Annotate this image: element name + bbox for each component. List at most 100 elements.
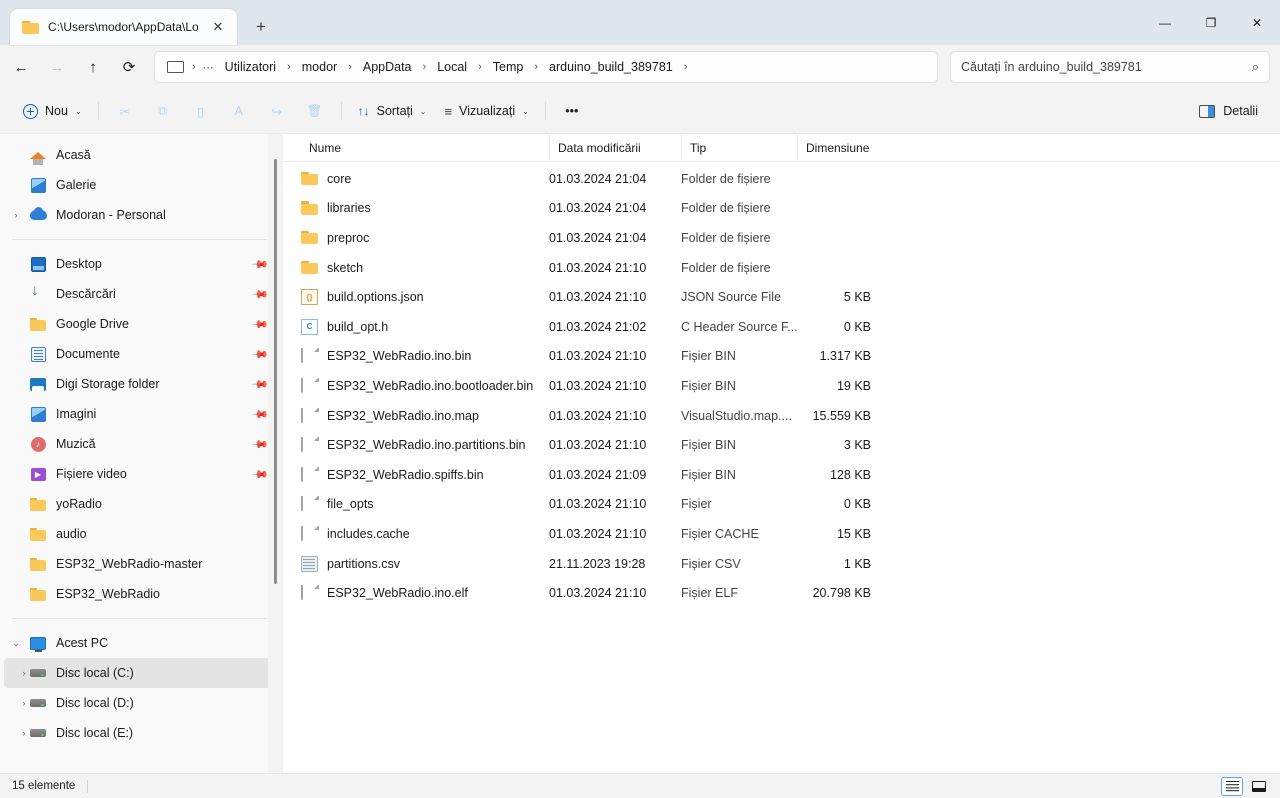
sidebar-item-audio[interactable]: audio (4, 519, 275, 549)
table-row[interactable]: ESP32_WebRadio.spiffs.bin 01.03.2024 21:… (289, 460, 1274, 490)
expand-chevron-icon[interactable]: › (4, 728, 28, 738)
tab-current-folder[interactable]: C:\Users\modor\AppData\Loc ✕ (10, 9, 237, 45)
collapse-chevron-icon[interactable]: ⌄ (4, 638, 28, 649)
breadcrumb-separator-6[interactable]: › (681, 58, 691, 76)
navigation-pane-scrollbar-thumb[interactable] (274, 159, 277, 584)
search-box[interactable]: ⌕ (950, 51, 1270, 83)
sidebar-item-acasa[interactable]: Acasă (4, 140, 275, 170)
table-row[interactable]: preproc 01.03.2024 21:04 Folder de fișie… (289, 223, 1274, 253)
sidebar-item-disc-local-d[interactable]: › Disc local (D:) (4, 688, 275, 718)
breadcrumb-separator-0[interactable]: › (189, 58, 199, 76)
view-button[interactable]: ≡ Vizualizați ⌄ (435, 95, 537, 127)
sidebar-item-imagini[interactable]: Imagini 📌 (4, 399, 275, 429)
sidebar-item-muzica[interactable]: ♪ Muzică 📌 (4, 429, 275, 459)
column-header-name[interactable]: Nume ⌃ (301, 134, 549, 161)
sidebar-item-yoradio[interactable]: yoRadio (4, 489, 275, 519)
navigation-pane[interactable]: Acasă Galerie › Modoran - Personal Deskt… (0, 134, 283, 773)
back-button[interactable]: ← (4, 51, 38, 83)
breadcrumb-overflow-icon[interactable]: ⋯ (200, 58, 217, 77)
pin-icon[interactable]: 📌 (251, 285, 270, 303)
file-type: VisualStudio.map.... (681, 408, 792, 423)
pin-icon[interactable]: 📌 (251, 465, 270, 483)
file-type: Fișier BIN (681, 438, 736, 453)
sort-button[interactable]: ↑↓ Sortați ⌄ (349, 95, 436, 127)
table-row[interactable]: file_opts 01.03.2024 21:10 Fișier 0 KB (289, 490, 1274, 520)
breadcrumb[interactable]: › ⋯ Utilizatori › modor › AppData › Loca… (154, 51, 938, 83)
breadcrumb-separator-4[interactable]: › (475, 58, 485, 76)
breadcrumb-separator-5[interactable]: › (531, 58, 541, 76)
sidebar-item-fisiere-video[interactable]: ▶ Fișiere video 📌 (4, 459, 275, 489)
sidebar-item-galerie[interactable]: Galerie (4, 170, 275, 200)
pin-icon[interactable]: 📌 (251, 375, 270, 393)
sidebar-item-descarcari[interactable]: Descărcări 📌 (4, 279, 275, 309)
expand-chevron-icon[interactable]: › (4, 668, 28, 678)
up-button[interactable]: ↑ (76, 51, 110, 83)
table-row[interactable]: ESP32_WebRadio.ino.bin 01.03.2024 21:10 … (289, 342, 1274, 372)
sidebar-item-disc-local-c[interactable]: › Disc local (C:) (4, 658, 275, 688)
details-view-button[interactable] (1221, 776, 1243, 796)
more-options-button[interactable]: ••• (553, 95, 591, 127)
breadcrumb-separator-3[interactable]: › (420, 58, 430, 76)
expand-chevron-icon[interactable]: › (4, 698, 28, 708)
breadcrumb-separator-2[interactable]: › (345, 58, 355, 76)
table-row[interactable]: libraries 01.03.2024 21:04 Folder de fiș… (289, 194, 1274, 224)
table-row[interactable]: ESP32_WebRadio.ino.map 01.03.2024 21:10 … (289, 401, 1274, 431)
sidebar-item-label: Galerie (56, 178, 97, 192)
breadcrumb-item-local[interactable]: Local (430, 56, 474, 78)
sidebar-divider-1 (12, 239, 267, 240)
file-size: 20.798 KB (812, 586, 871, 601)
large-icons-view-button[interactable] (1248, 777, 1270, 796)
minimize-button[interactable]: — (1142, 0, 1188, 45)
navigation-pane-scrollbar-track[interactable] (268, 134, 283, 773)
details-pane-button[interactable]: Detalii (1189, 95, 1268, 127)
maximize-button[interactable]: ❐ (1188, 0, 1234, 45)
table-row[interactable]: core 01.03.2024 21:04 Folder de fișiere (289, 164, 1274, 194)
table-row[interactable]: partitions.csv 21.11.2023 19:28 Fișier C… (289, 549, 1274, 579)
close-tab-icon[interactable]: ✕ (207, 16, 229, 38)
refresh-button[interactable]: ⟳ (112, 51, 146, 83)
pin-icon[interactable]: 📌 (251, 345, 270, 363)
breadcrumb-separator-1[interactable]: › (284, 58, 294, 76)
expand-chevron-icon[interactable]: › (4, 210, 28, 220)
breadcrumb-item-temp[interactable]: Temp (486, 56, 531, 78)
sidebar-item-esp32-webradio[interactable]: ESP32_WebRadio (4, 579, 275, 609)
table-row[interactable]: Cbuild_opt.h 01.03.2024 21:02 C Header S… (289, 312, 1274, 342)
view-button-label: Vizualizați (459, 104, 516, 118)
pin-icon[interactable]: 📌 (251, 315, 270, 333)
breadcrumb-item-appdata[interactable]: AppData (356, 56, 419, 78)
this-pc-icon[interactable] (167, 60, 184, 74)
table-row[interactable]: sketch 01.03.2024 21:10 Folder de fișier… (289, 253, 1274, 283)
pin-icon[interactable]: 📌 (251, 255, 270, 273)
breadcrumb-item-utilizatori[interactable]: Utilizatori (218, 56, 283, 78)
new-button[interactable]: Nou ⌄ (14, 95, 91, 127)
pin-icon[interactable]: 📌 (251, 405, 270, 423)
table-row[interactable]: ESP32_WebRadio.ino.partitions.bin 01.03.… (289, 430, 1274, 460)
new-tab-button[interactable]: + (245, 11, 277, 43)
file-type: Fișier BIN (681, 467, 736, 482)
table-row[interactable]: includes.cache 01.03.2024 21:10 Fișier C… (289, 519, 1274, 549)
view-icon: ≡ (444, 103, 453, 119)
close-window-button[interactable]: ✕ (1234, 0, 1280, 45)
sidebar-item-label: Desktop (56, 257, 102, 271)
search-input[interactable] (961, 60, 1252, 74)
table-row[interactable]: ESP32_WebRadio.ino.elf 01.03.2024 21:10 … (289, 578, 1274, 608)
pictures-icon (28, 406, 48, 422)
sidebar-item-esp32-webradio-master[interactable]: ESP32_WebRadio-master (4, 549, 275, 579)
pin-icon[interactable]: 📌 (251, 435, 270, 453)
sidebar-item-onedrive[interactable]: › Modoran - Personal (4, 200, 275, 230)
search-icon[interactable]: ⌕ (1252, 59, 1259, 75)
sidebar-item-desktop[interactable]: Desktop 📌 (4, 249, 275, 279)
breadcrumb-item-arduino-build[interactable]: arduino_build_389781 (542, 56, 680, 78)
table-row[interactable]: ESP32_WebRadio.ino.bootloader.bin 01.03.… (289, 371, 1274, 401)
table-row[interactable]: {} build.options.json 01.03.2024 21:10 JS… (289, 282, 1274, 312)
sidebar-item-disc-local-e[interactable]: › Disc local (E:) (4, 718, 275, 748)
sidebar-item-documente[interactable]: Documente 📌 (4, 339, 275, 369)
column-header-date-modified[interactable]: Data modificării (549, 134, 681, 161)
file-date: 01.03.2024 21:10 (549, 438, 647, 453)
breadcrumb-item-modor[interactable]: modor (295, 56, 344, 78)
column-header-type[interactable]: Tip (681, 134, 797, 161)
sidebar-item-acest-pc[interactable]: ⌄ Acest PC (4, 628, 275, 658)
column-header-size[interactable]: Dimensiune (797, 134, 877, 161)
sidebar-item-google-drive[interactable]: Google Drive 📌 (4, 309, 275, 339)
sidebar-item-digi-storage[interactable]: Digi Storage folder 📌 (4, 369, 275, 399)
